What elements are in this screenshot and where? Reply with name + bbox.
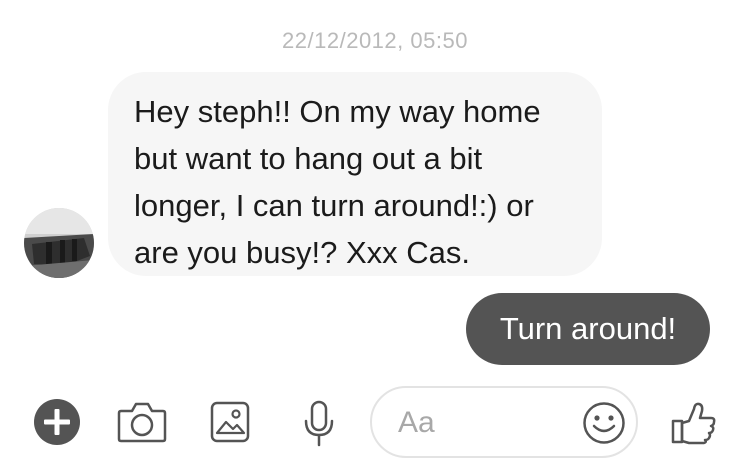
message-composer[interactable] [370, 386, 638, 458]
outgoing-message-text: Turn around! [499, 311, 677, 346]
incoming-message-line: are you busy!? Xxx Cas. [134, 235, 470, 270]
message-input[interactable] [398, 406, 568, 440]
avatar[interactable] [24, 208, 94, 278]
image-icon[interactable] [210, 401, 250, 443]
incoming-message-bubble[interactable]: Hey steph!! On my way home but want to h… [108, 72, 602, 276]
incoming-message-line: but want to hang out a bit [134, 141, 483, 176]
incoming-message-line: longer, I can turn around!:) or [134, 188, 534, 223]
outgoing-message-bubble[interactable]: Turn around! [466, 293, 710, 365]
plus-circle-icon[interactable] [33, 398, 81, 446]
thumbs-up-icon[interactable] [671, 399, 717, 445]
incoming-message-line: Hey steph!! On my way home [134, 94, 541, 129]
message-timestamp: 22/12/2012, 05:50 [282, 28, 468, 53]
smiley-icon[interactable] [582, 401, 626, 445]
avatar-photo [24, 208, 94, 278]
microphone-icon[interactable] [302, 400, 336, 448]
camera-icon[interactable] [117, 401, 167, 443]
